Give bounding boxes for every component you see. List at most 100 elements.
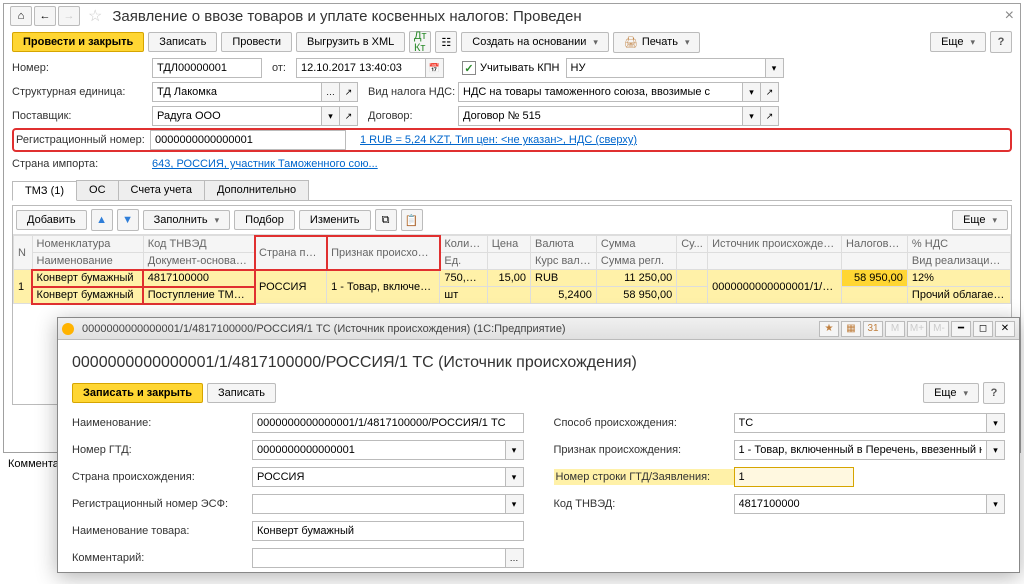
dlg-country-input[interactable]	[252, 467, 506, 487]
close-icon[interactable]: ×	[1005, 7, 1014, 25]
col-country[interactable]: Страна происхожд...	[255, 236, 327, 270]
col-n[interactable]: N	[14, 236, 33, 270]
move-up-icon[interactable]: ▲	[91, 209, 113, 231]
kpn-input[interactable]	[566, 58, 766, 78]
col-real-type[interactable]: Вид реализации (Н	[907, 253, 1010, 270]
dlg-gtdline-input[interactable]	[734, 467, 854, 487]
dlg-attr-dd-icon[interactable]: ▾	[987, 440, 1005, 460]
dlg-esf-dd-icon[interactable]: ▾	[506, 494, 524, 514]
fav-icon[interactable]: ★	[819, 321, 839, 337]
mminus-btn[interactable]: M-	[929, 321, 949, 337]
export-xml-button[interactable]: Выгрузить в XML	[296, 32, 405, 52]
copy-icon[interactable]: ⧉	[375, 209, 397, 231]
contract-input[interactable]	[458, 106, 743, 126]
col-tnved[interactable]: Код ТНВЭД	[143, 236, 254, 253]
mplus-btn[interactable]: M+	[907, 321, 927, 337]
dlg-method-dd-icon[interactable]: ▾	[987, 413, 1005, 433]
dlg-gtd-dd-icon[interactable]: ▾	[506, 440, 524, 460]
table-row[interactable]: Конверт бумажный Поступление ТМЗ и ... ш…	[14, 287, 1011, 304]
dlg-tnved-dd-icon[interactable]: ▾	[987, 494, 1005, 514]
dialog-help-button[interactable]: ?	[983, 382, 1005, 404]
rate-link[interactable]: 1 RUB = 5,24 KZT, Тип цен: <не указан>, …	[360, 134, 637, 146]
kpn-dd-icon[interactable]: ▾	[766, 58, 784, 78]
create-based-button[interactable]: Создать на основании	[461, 32, 609, 52]
supplier-input[interactable]	[152, 106, 322, 126]
dlg-method-input[interactable]	[734, 413, 988, 433]
tab-accounts[interactable]: Счета учета	[118, 180, 205, 200]
vat-type-dd-icon[interactable]: ▾	[743, 82, 761, 102]
compare-icon[interactable]: ДтКт	[409, 31, 431, 53]
contract-open-icon[interactable]: ↗	[761, 106, 779, 126]
grid-more-button[interactable]: Еще	[952, 210, 1008, 230]
write-button[interactable]: Записать	[148, 32, 217, 52]
col-nomenclature[interactable]: Номенклатура	[32, 236, 143, 253]
add-button[interactable]: Добавить	[16, 210, 87, 230]
forward-icon[interactable]: →	[58, 6, 80, 26]
col-ed[interactable]: Ед.	[440, 253, 487, 270]
favorite-icon[interactable]: ☆	[88, 6, 102, 26]
dlg-name-input[interactable]	[252, 413, 524, 433]
org-ellipsis-icon[interactable]: …	[322, 82, 340, 102]
col-su[interactable]: Су...	[677, 236, 708, 253]
dlg-attr-input[interactable]	[734, 440, 988, 460]
col-price[interactable]: Цена	[487, 236, 530, 253]
date-icon[interactable]: 31	[863, 321, 883, 337]
date-input[interactable]	[296, 58, 426, 78]
kpn-checkbox[interactable]: ✓	[462, 61, 476, 75]
col-sum[interactable]: Сумма	[596, 236, 676, 253]
col-rate[interactable]: Курс валюты	[531, 253, 597, 270]
m-btn[interactable]: M	[885, 321, 905, 337]
col-vat-pct[interactable]: % НДС	[907, 236, 1010, 253]
dlg-comment-ellipsis-icon[interactable]: …	[506, 548, 524, 568]
dialog-close-icon[interactable]: ✕	[995, 321, 1015, 337]
tab-os[interactable]: ОС	[76, 180, 119, 200]
dlg-esf-input[interactable]	[252, 494, 506, 514]
dialog-save-close-button[interactable]: Записать и закрыть	[72, 383, 203, 403]
org-open-icon[interactable]: ↗	[340, 82, 358, 102]
tab-additional[interactable]: Дополнительно	[204, 180, 309, 200]
maximize-icon[interactable]: ◻	[973, 321, 993, 337]
dialog-more-button[interactable]: Еще	[923, 383, 979, 403]
back-icon[interactable]: ←	[34, 6, 56, 26]
selection-button[interactable]: Подбор	[234, 210, 295, 230]
minimize-icon[interactable]: ━	[951, 321, 971, 337]
col-currency[interactable]: Валюта	[531, 236, 597, 253]
home-icon[interactable]: ⌂	[10, 6, 32, 26]
more-button[interactable]: Еще	[930, 32, 986, 52]
post-and-close-button[interactable]: Провести и закрыть	[12, 32, 144, 52]
change-button[interactable]: Изменить	[299, 210, 371, 230]
dlg-comment-input[interactable]	[252, 548, 506, 568]
calendar-icon[interactable]: 📅	[426, 58, 444, 78]
calc-icon[interactable]: ▦	[841, 321, 861, 337]
print-button[interactable]: 🖨Печать	[613, 32, 701, 53]
dlg-gtd-input[interactable]	[252, 440, 506, 460]
paste-icon[interactable]: 📋	[401, 209, 423, 231]
col-qty[interactable]: Колич...	[440, 236, 487, 253]
report-icon[interactable]: ☷	[435, 31, 457, 53]
col-origin[interactable]: Источник происхождения	[708, 236, 842, 253]
col-sum-reg[interactable]: Сумма регл.	[596, 253, 676, 270]
dlg-country-dd-icon[interactable]: ▾	[506, 467, 524, 487]
supplier-dd-icon[interactable]: ▾	[322, 106, 340, 126]
dlg-goods-input[interactable]	[252, 521, 524, 541]
import-country-link[interactable]: 643, РОССИЯ, участник Таможенного сою...	[152, 158, 378, 170]
contract-dd-icon[interactable]: ▾	[743, 106, 761, 126]
col-doc[interactable]: Документ-основание	[143, 253, 254, 270]
supplier-open-icon[interactable]: ↗	[340, 106, 358, 126]
help-button[interactable]: ?	[990, 31, 1012, 53]
dlg-tnved-input[interactable]	[734, 494, 988, 514]
regnum-input[interactable]	[150, 130, 346, 150]
col-attr[interactable]: Признак происхождения	[327, 236, 440, 270]
number-input[interactable]	[152, 58, 262, 78]
fill-button[interactable]: Заполнить	[143, 210, 231, 230]
post-button[interactable]: Провести	[221, 32, 292, 52]
table-row[interactable]: 1 Конверт бумажный 4817100000 РОССИЯ 1 -…	[14, 270, 1011, 287]
org-input[interactable]	[152, 82, 322, 102]
tab-tmz[interactable]: ТМЗ (1)	[12, 181, 77, 201]
vat-type-input[interactable]	[458, 82, 743, 102]
col-tax-base[interactable]: Налоговая база НДС	[842, 236, 908, 253]
dialog-write-button[interactable]: Записать	[207, 383, 276, 403]
move-down-icon[interactable]: ▼	[117, 209, 139, 231]
col-name[interactable]: Наименование	[32, 253, 143, 270]
vat-type-open-icon[interactable]: ↗	[761, 82, 779, 102]
